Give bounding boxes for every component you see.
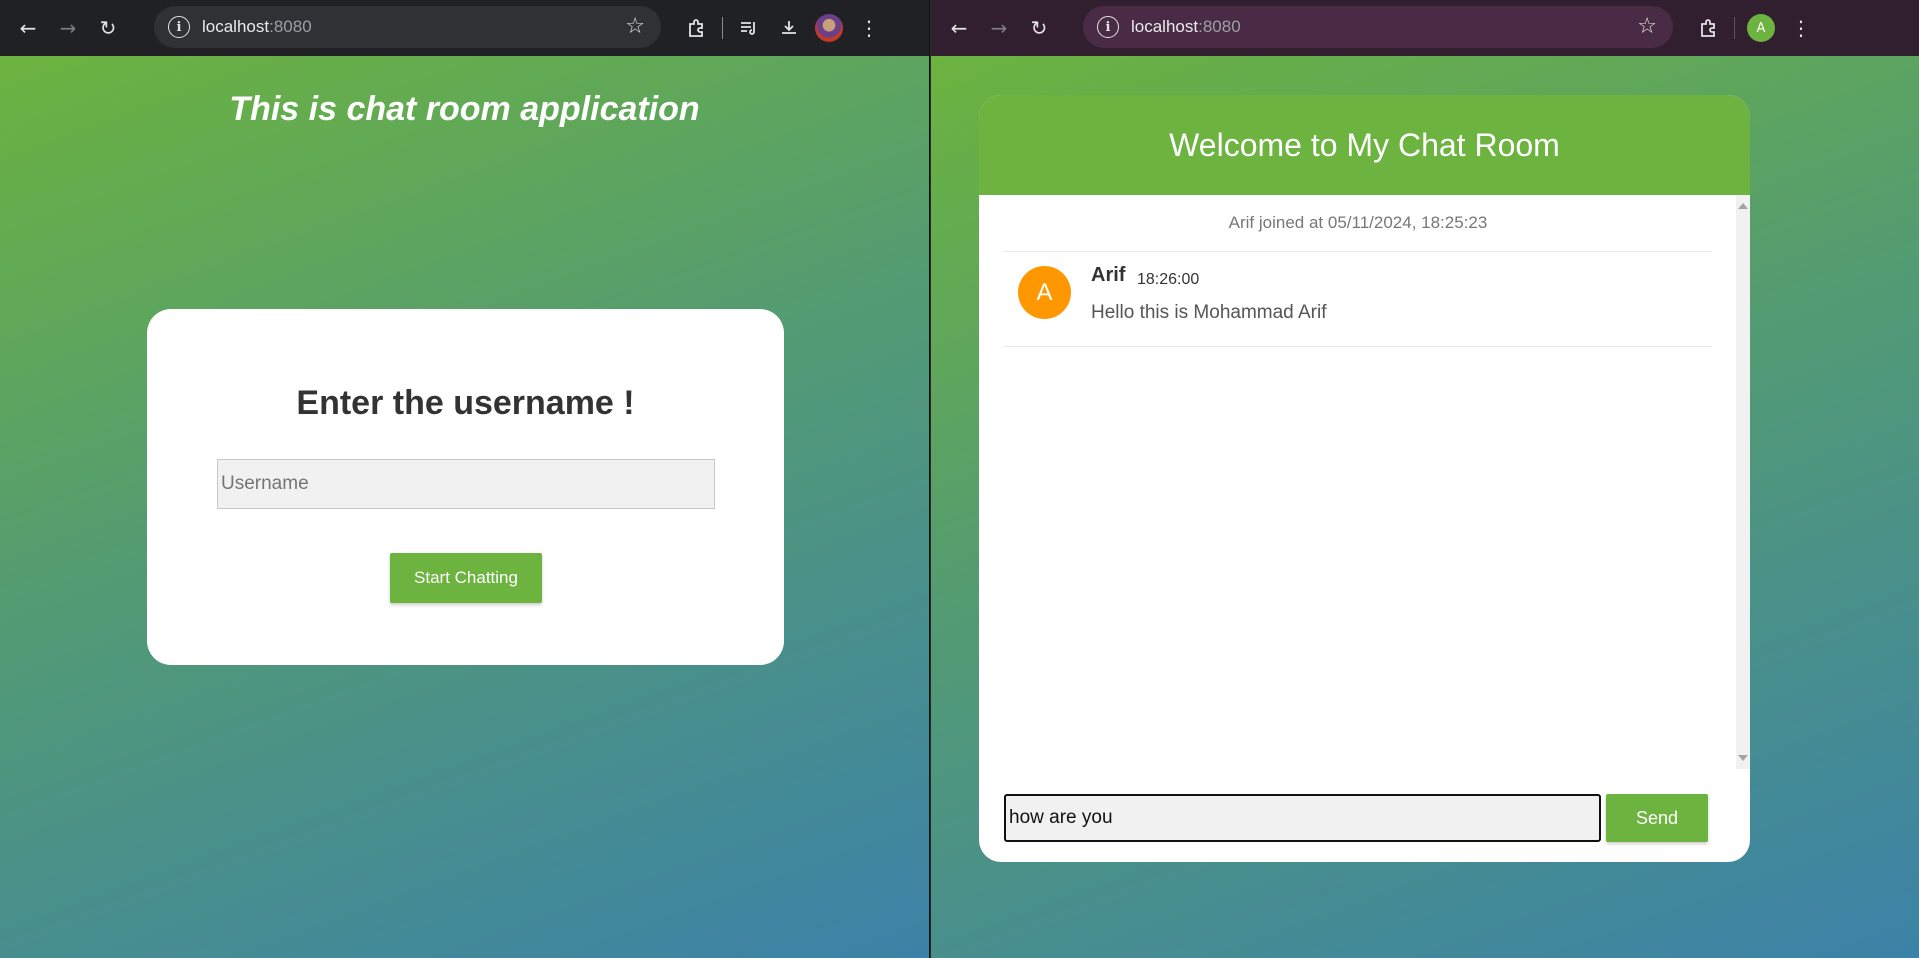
extensions-icon[interactable] [676,8,716,48]
url-port: :8080 [1198,17,1241,36]
info-icon[interactable]: i [1097,16,1119,38]
right-browser-window: ← → ↻ i localhost:8080 ☆ A ⋮ Welcome to … [931,0,1919,958]
avatar: A [1018,266,1071,319]
star-icon[interactable]: ☆ [625,14,645,39]
profile-initial: A [1747,14,1775,42]
address-bar[interactable]: i localhost:8080 ☆ [1083,6,1673,48]
toolbar-separator [722,17,723,39]
forward-icon[interactable]: → [979,8,1019,48]
login-page: This is chat room application Enter the … [0,56,929,958]
chat-message: A Arif 18:26:00 Hello this is Mohammad A… [1004,252,1712,347]
chat-header: Welcome to My Chat Room [979,95,1750,195]
scroll-down-icon[interactable] [1738,755,1748,761]
message-text: Hello this is Mohammad Arif [1091,302,1327,323]
message-input[interactable] [1004,794,1601,842]
menu-icon[interactable]: ⋮ [849,8,889,48]
reload-icon[interactable]: ↻ [1019,8,1059,48]
profile-avatar[interactable] [809,8,849,48]
media-icon[interactable] [729,8,769,48]
join-event-message: Arif joined at 05/11/2024, 18:25:23 [1004,195,1712,252]
url-port: :8080 [269,17,312,36]
login-card: Enter the username ! Start Chatting [147,309,784,665]
url-host: localhost [202,17,270,36]
url-host: localhost [1131,17,1199,36]
message-sender: Arif [1091,264,1126,286]
scroll-up-icon[interactable] [1738,203,1748,209]
browser-toolbar: ← → ↻ i localhost:8080 ☆ A ⋮ [931,0,1919,56]
forward-icon[interactable]: → [48,8,88,48]
star-icon[interactable]: ☆ [1637,14,1657,39]
menu-icon[interactable]: ⋮ [1781,8,1821,48]
chat-page: Welcome to My Chat Room Arif joined at 0… [931,56,1919,958]
username-input[interactable] [217,459,715,509]
download-icon[interactable] [769,8,809,48]
profile-avatar[interactable]: A [1741,8,1781,48]
reload-icon[interactable]: ↻ [88,8,128,48]
page-heading: This is chat room application [229,90,700,128]
address-url[interactable]: localhost:8080 [1131,17,1241,37]
send-button[interactable]: Send [1606,794,1708,842]
message-time: 18:26:00 [1137,271,1200,288]
avatar-picture [815,14,843,42]
info-icon[interactable]: i [168,16,190,38]
back-icon[interactable]: ← [8,8,48,48]
message-scrollbar[interactable] [1736,195,1750,769]
left-browser-window: ← → ↻ i localhost:8080 ☆ ⋮ This is chat … [0,0,930,958]
back-icon[interactable]: ← [939,8,979,48]
chat-card: Welcome to My Chat Room Arif joined at 0… [979,95,1750,862]
login-title: Enter the username ! [296,384,635,422]
message-area[interactable]: Arif joined at 05/11/2024, 18:25:23 A Ar… [979,195,1736,769]
toolbar-separator [1734,17,1735,39]
extensions-icon[interactable] [1688,8,1728,48]
browser-toolbar: ← → ↻ i localhost:8080 ☆ ⋮ [0,0,929,56]
address-bar[interactable]: i localhost:8080 ☆ [154,6,661,48]
address-url[interactable]: localhost:8080 [202,17,312,37]
start-chatting-button[interactable]: Start Chatting [390,553,542,603]
